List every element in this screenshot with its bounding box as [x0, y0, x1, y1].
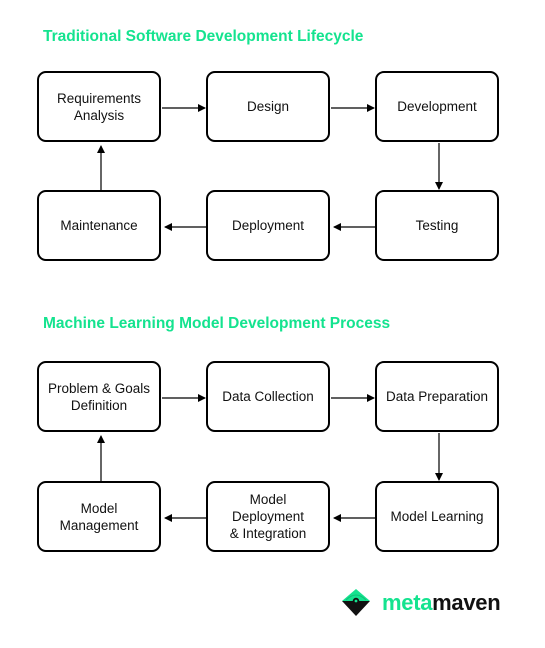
diamond-eye-icon	[342, 589, 370, 616]
logo-meta: meta	[382, 590, 433, 615]
logo-wordmark: metamaven	[382, 590, 501, 616]
logo-maven: maven	[432, 590, 501, 615]
flow-arrows	[97, 104, 443, 522]
metamaven-logo: metamaven	[340, 588, 501, 618]
